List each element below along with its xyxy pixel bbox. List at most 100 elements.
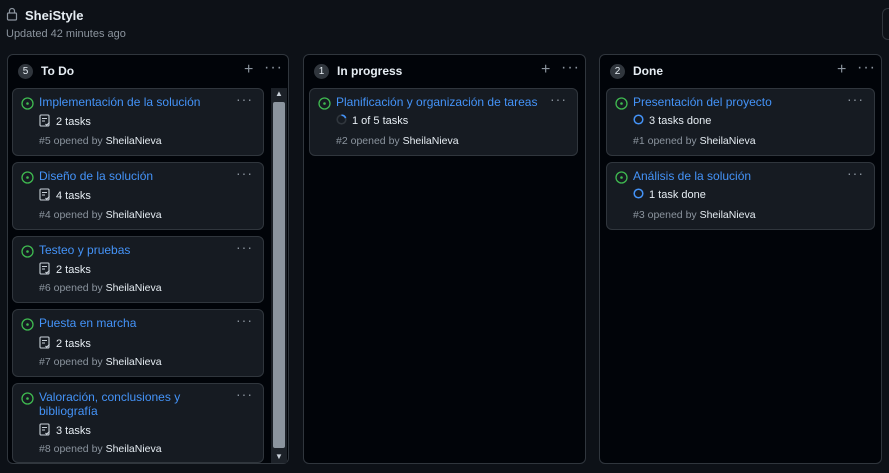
opened-by-text: opened by: [350, 135, 400, 147]
card-menu-button[interactable]: ···: [236, 91, 253, 107]
card-menu-button[interactable]: ···: [236, 386, 253, 402]
card-menu-button[interactable]: ···: [550, 91, 567, 107]
issue-number: #1: [633, 135, 645, 147]
issue-number: #5: [39, 135, 51, 147]
column-menu-button[interactable]: ···: [857, 59, 876, 77]
task-count: 4 tasks: [56, 190, 91, 202]
done-circle-icon: [633, 188, 644, 202]
task-list: 2 tasks: [39, 336, 91, 352]
author-link[interactable]: SheilaNieva: [106, 135, 162, 147]
issue-card[interactable]: Puesta en marcha ··· 2 tasks #7 opened b…: [12, 309, 264, 377]
issue-number: #3: [633, 209, 645, 221]
author-link[interactable]: SheilaNieva: [700, 135, 756, 147]
issue-card[interactable]: Análisis de la solución ··· 1 task done …: [606, 162, 875, 230]
column-count: 2: [610, 64, 625, 79]
column-title: In progress: [337, 64, 403, 78]
open-issue-icon: [21, 171, 34, 187]
author-link[interactable]: SheilaNieva: [106, 282, 162, 294]
column-header: 5 To Do + ···: [8, 55, 288, 87]
issue-title-link[interactable]: Análisis de la solución: [633, 169, 838, 183]
task-count: 2 tasks: [56, 116, 91, 128]
issue-card[interactable]: Planificación y organización de tareas ·…: [309, 88, 578, 156]
task-count: 3 tasks: [56, 425, 91, 437]
issue-meta: #8 opened by SheilaNieva: [39, 443, 162, 455]
issue-card[interactable]: Implementación de la solución ··· 2 task…: [12, 88, 264, 156]
author-link[interactable]: SheilaNieva: [106, 356, 162, 368]
column-count: 5: [18, 64, 33, 79]
issue-title-link[interactable]: Presentación del proyecto: [633, 95, 838, 109]
author-link[interactable]: SheilaNieva: [106, 209, 162, 221]
task-count: 3 tasks done: [649, 115, 712, 127]
progress-ring-icon: [336, 114, 347, 128]
open-issue-icon: [21, 245, 34, 261]
opened-by-text: opened by: [647, 209, 697, 221]
opened-by-text: opened by: [53, 282, 103, 294]
issue-number: #4: [39, 209, 51, 221]
issue-card[interactable]: Diseño de la solución ··· 4 tasks #4 ope…: [12, 162, 264, 230]
column-menu-button[interactable]: ···: [264, 59, 283, 77]
column-header: 2 Done + ···: [600, 55, 881, 87]
column-scrollbar[interactable]: ▲ ▼: [271, 88, 287, 463]
project-header: SheiStyle Updated 42 minutes ago: [6, 6, 126, 40]
scroll-up-arrow[interactable]: ▲: [271, 88, 287, 100]
open-issue-icon: [615, 171, 628, 187]
task-done: 1 task done: [633, 188, 706, 202]
issue-meta: #5 opened by SheilaNieva: [39, 135, 162, 147]
issue-title-link[interactable]: Diseño de la solución: [39, 169, 209, 183]
issue-meta: #6 opened by SheilaNieva: [39, 282, 162, 294]
issue-title-link[interactable]: Valoración, conclusiones y bibliografía: [39, 390, 209, 418]
card-menu-button[interactable]: ···: [236, 239, 253, 255]
task-list: 4 tasks: [39, 188, 91, 204]
issue-meta: #1 opened by SheilaNieva: [633, 135, 756, 147]
column-menu-button[interactable]: ···: [561, 59, 580, 77]
author-link[interactable]: SheilaNieva: [403, 135, 459, 147]
task-list: 2 tasks: [39, 262, 91, 278]
column-header: 1 In progress + ···: [304, 55, 585, 87]
task-progress: 1 of 5 tasks: [336, 114, 408, 128]
issue-title-link[interactable]: Testeo y pruebas: [39, 243, 209, 257]
card-menu-button[interactable]: ···: [236, 312, 253, 328]
opened-by-text: opened by: [53, 209, 103, 221]
column-count: 1: [314, 64, 329, 79]
task-list: 3 tasks: [39, 423, 91, 439]
issue-title-link[interactable]: Planificación y organización de tareas: [336, 95, 541, 109]
issue-card[interactable]: Presentación del proyecto ··· 3 tasks do…: [606, 88, 875, 156]
issue-card[interactable]: Valoración, conclusiones y bibliografía …: [12, 383, 264, 463]
issue-title-link[interactable]: Puesta en marcha: [39, 316, 209, 330]
open-issue-icon: [21, 392, 34, 408]
task-done: 3 tasks done: [633, 114, 711, 128]
open-issue-icon: [21, 318, 34, 334]
card-menu-button[interactable]: ···: [236, 165, 253, 181]
add-item-button[interactable]: +: [837, 61, 846, 79]
checklist-icon: [39, 114, 51, 130]
issue-number: #7: [39, 356, 51, 368]
author-link[interactable]: SheilaNieva: [700, 209, 756, 221]
author-link[interactable]: SheilaNieva: [106, 443, 162, 455]
task-count: 1 of 5 tasks: [352, 115, 409, 127]
issue-number: #2: [336, 135, 348, 147]
add-item-button[interactable]: +: [541, 61, 550, 79]
opened-by-text: opened by: [53, 356, 103, 368]
card-menu-button[interactable]: ···: [847, 91, 864, 107]
opened-by-text: opened by: [647, 135, 697, 147]
task-count: 2 tasks: [56, 338, 91, 350]
opened-by-text: opened by: [53, 443, 103, 455]
column-title: Done: [633, 64, 663, 78]
project-title-row: SheiStyle: [6, 6, 84, 24]
checklist-icon: [39, 423, 51, 439]
right-panel-edge: [882, 8, 889, 40]
done-circle-icon: [633, 114, 644, 128]
scroll-thumb[interactable]: [273, 102, 285, 448]
updated-text: Updated 42 minutes ago: [6, 28, 126, 40]
card-menu-button[interactable]: ···: [847, 165, 864, 181]
project-title[interactable]: SheiStyle: [25, 8, 84, 23]
issue-card[interactable]: Testeo y pruebas ··· 2 tasks #6 opened b…: [12, 236, 264, 303]
opened-by-text: opened by: [53, 135, 103, 147]
open-issue-icon: [21, 97, 34, 113]
add-item-button[interactable]: +: [244, 61, 253, 79]
issue-title-link[interactable]: Implementación de la solución: [39, 95, 209, 109]
open-issue-icon: [318, 97, 331, 113]
scroll-down-arrow[interactable]: ▼: [271, 451, 287, 463]
issue-number: #8: [39, 443, 51, 455]
issue-meta: #2 opened by SheilaNieva: [336, 135, 459, 147]
